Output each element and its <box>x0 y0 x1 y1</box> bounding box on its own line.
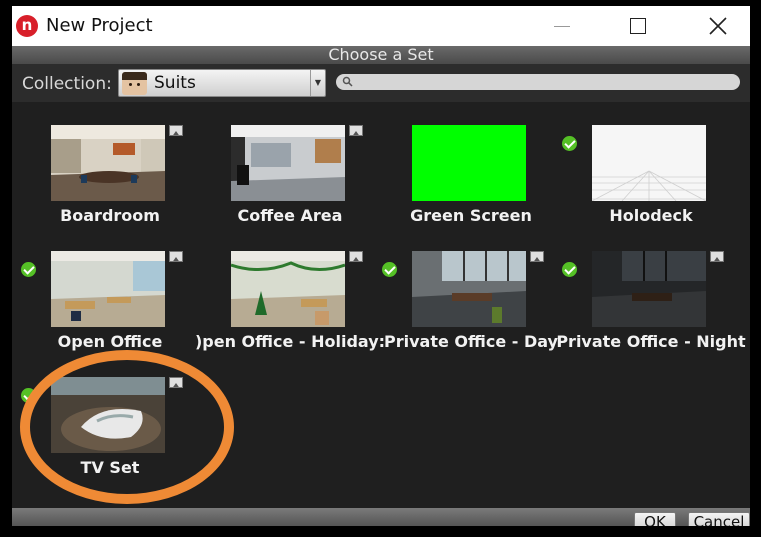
set-label: Holodeck <box>609 206 693 225</box>
installed-check-icon <box>562 262 577 277</box>
installed-check-icon <box>382 262 397 277</box>
set-tile-private-office-day[interactable]: Private Office - Day <box>381 232 561 352</box>
set-thumbnail <box>51 251 165 327</box>
collection-dropdown[interactable]: Suits ▼ <box>118 69 326 97</box>
cancel-button[interactable]: Cancel <box>688 512 750 526</box>
set-tile-open-office-holiday[interactable]: )pen Office - Holiday: <box>195 232 385 352</box>
maximize-button[interactable] <box>608 6 668 46</box>
image-icon <box>710 251 724 262</box>
chevron-down-icon[interactable]: ▼ <box>310 70 325 96</box>
installed-check-icon <box>562 136 577 151</box>
set-tile-tv-set[interactable]: TV Set <box>20 358 200 478</box>
close-icon <box>709 17 727 35</box>
image-icon <box>169 251 183 262</box>
set-tile-open-office[interactable]: Open Office <box>20 232 200 352</box>
set-tile-holodeck[interactable]: Holodeck <box>561 106 741 226</box>
installed-check-icon <box>21 262 36 277</box>
collection-value: Suits <box>154 73 196 93</box>
set-thumbnail <box>231 125 345 201</box>
set-tile-coffee-area[interactable]: Coffee Area <box>200 106 380 226</box>
window-title: New Project <box>46 15 153 36</box>
set-thumbnail <box>592 251 706 327</box>
set-thumbnail <box>231 251 345 327</box>
search-input[interactable] <box>336 74 740 90</box>
close-button[interactable] <box>688 6 748 46</box>
collection-avatar <box>122 72 147 95</box>
ok-button[interactable]: OK <box>634 512 676 526</box>
minimize-icon <box>554 25 570 27</box>
set-label: TV Set <box>80 458 140 477</box>
minimize-button[interactable] <box>532 6 592 46</box>
image-icon <box>530 251 544 262</box>
app-logo-icon: n <box>16 15 38 37</box>
set-tile-green-screen[interactable]: Green Screen <box>381 106 561 226</box>
set-thumbnail <box>51 377 165 453</box>
set-thumbnail <box>412 251 526 327</box>
dialog-header: Choose a Set <box>12 45 750 64</box>
maximize-icon <box>630 18 646 34</box>
installed-check-icon <box>21 388 36 403</box>
header-title: Choose a Set <box>328 45 434 64</box>
image-icon <box>169 125 183 136</box>
set-thumbnail <box>51 125 165 201</box>
set-grid: Boardroom Coffee Area Green Screen Holod… <box>20 106 746 506</box>
image-icon <box>349 125 363 136</box>
image-icon <box>349 251 363 262</box>
set-tile-boardroom[interactable]: Boardroom <box>20 106 200 226</box>
set-tile-private-office-night[interactable]: Private Office - Night <box>556 232 746 352</box>
title-bar[interactable]: n New Project <box>12 6 750 46</box>
image-icon <box>169 377 183 388</box>
new-project-dialog: n New Project Choose a Set Collection: S… <box>12 6 750 526</box>
search-icon <box>342 76 353 87</box>
set-thumbnail <box>412 125 526 201</box>
set-label: Private Office - Night <box>556 332 746 351</box>
set-thumbnail <box>592 125 706 201</box>
collection-label: Collection: <box>22 74 112 94</box>
toolbar: Collection: Suits ▼ <box>12 64 750 102</box>
